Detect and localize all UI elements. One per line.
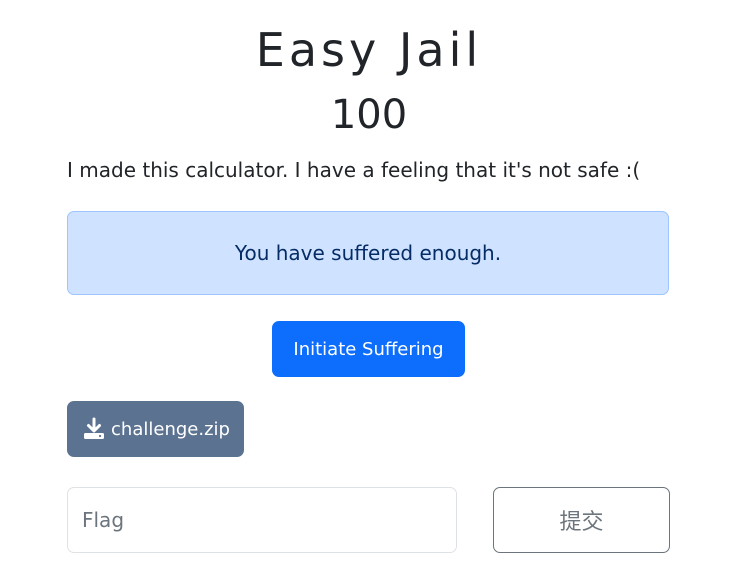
submit-flag-button[interactable]: 提交 (493, 487, 670, 553)
download-challenge-button[interactable]: challenge.zip (67, 401, 244, 457)
flag-input[interactable] (67, 487, 457, 553)
initiate-suffering-button[interactable]: Initiate Suffering (272, 321, 465, 377)
alert-message: You have suffered enough. (234, 241, 502, 265)
initiate-suffering-label: Initiate Suffering (293, 338, 444, 360)
submit-label: 提交 (559, 510, 604, 535)
challenge-title: Easy Jail (255, 23, 483, 77)
download-icon (81, 416, 107, 442)
challenge-points: 100 (330, 92, 408, 138)
status-alert: You have suffered enough. (67, 211, 669, 295)
download-label: challenge.zip (111, 418, 230, 440)
challenge-description: I made this calculator. I have a feeling… (67, 158, 641, 182)
